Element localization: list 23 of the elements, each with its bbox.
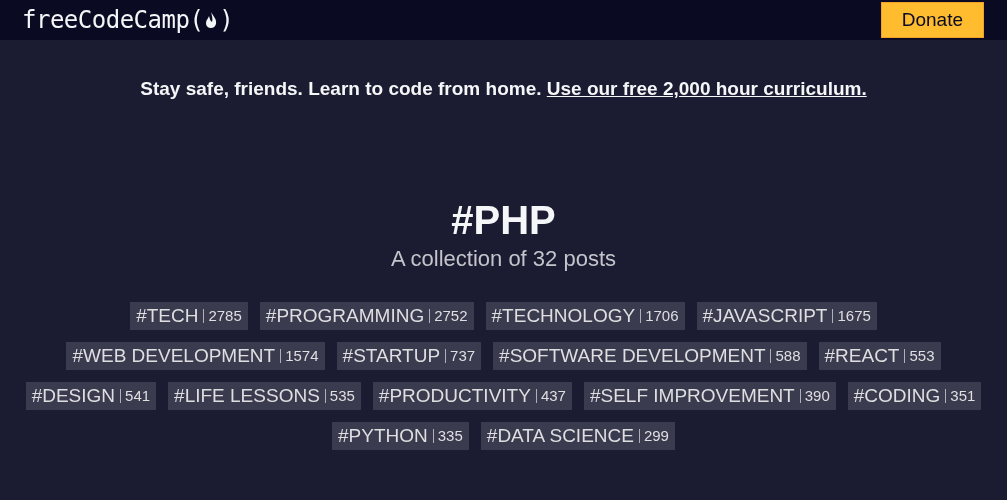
post-count: A collection of 32 posts [390,246,617,272]
logo-text: freeCodeCamp( [22,6,204,34]
page-title: #PHP [450,197,557,244]
tag-link[interactable]: #STARTUP 737 [336,342,482,370]
donate-button[interactable]: Donate [880,2,984,38]
tag-link[interactable]: #PYTHON 335 [332,422,469,450]
tag-link[interactable]: #TECHNOLOGY 1706 [485,302,685,330]
flame-icon [204,11,219,29]
tag-link[interactable]: #LIFE LESSONS 535 [168,382,361,410]
tag-link[interactable]: #TECH 2785 [130,302,248,330]
tag-link[interactable]: #REACT 553 [818,342,941,370]
tag-link[interactable]: #JAVASCRIPT 1675 [696,302,877,330]
tag-link[interactable]: #DESIGN 541 [25,382,157,410]
tag-link[interactable]: #PRODUCTIVITY 437 [372,382,572,410]
tag-link[interactable]: #CODING 351 [847,382,982,410]
logo-text: ) [219,6,234,34]
tag-link[interactable]: #WEB DEVELOPMENT 1574 [66,342,325,370]
tag-link[interactable]: #SOFTWARE DEVELOPMENT 588 [493,342,807,370]
banner-text: Stay safe, friends. Learn to code from home. Use our free 2,000 hour curriculum. [139,78,868,100]
tag-link[interactable]: #SELF IMPROVEMENT 390 [583,382,836,410]
tag-link[interactable]: #DATA SCIENCE 299 [480,422,675,450]
tag-link[interactable]: #PROGRAMMING 2752 [259,302,474,330]
curriculum-link[interactable]: Use our free 2,000 hour curriculum. [546,78,867,99]
